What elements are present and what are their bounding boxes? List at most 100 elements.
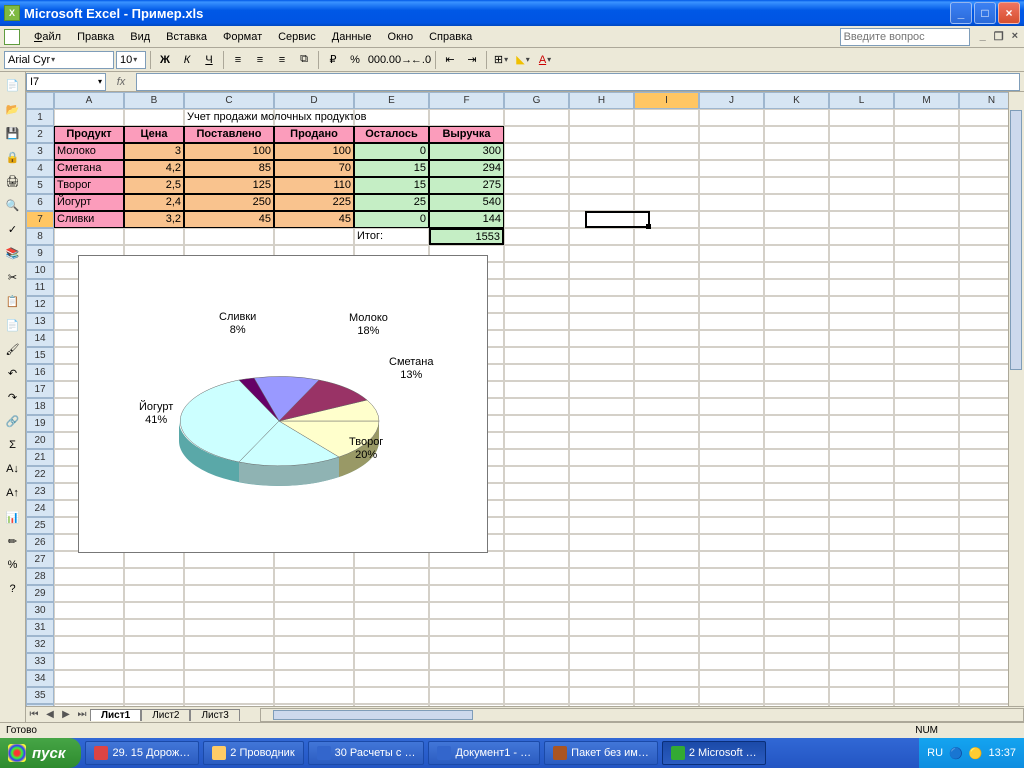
new-button[interactable]: 📄: [2, 74, 24, 96]
cell[interactable]: [764, 398, 829, 415]
borders-button[interactable]: ⊞: [491, 50, 511, 70]
cell[interactable]: Продукт: [54, 126, 124, 143]
cell[interactable]: [634, 551, 699, 568]
column-header[interactable]: F: [429, 92, 504, 109]
cell[interactable]: Итог:: [354, 228, 429, 245]
cell[interactable]: [504, 517, 569, 534]
cell[interactable]: [124, 585, 184, 602]
zoom-button[interactable]: %: [2, 554, 24, 576]
cell[interactable]: [569, 279, 634, 296]
paste-button[interactable]: 📄: [2, 314, 24, 336]
cell[interactable]: 70: [274, 160, 354, 177]
cell[interactable]: [569, 109, 634, 126]
cell[interactable]: [274, 636, 354, 653]
cell[interactable]: [894, 449, 959, 466]
cell[interactable]: [634, 347, 699, 364]
cell[interactable]: [354, 670, 429, 687]
help-button[interactable]: ?: [2, 578, 24, 600]
menu-format[interactable]: Формат: [215, 29, 270, 45]
cell[interactable]: [894, 500, 959, 517]
cell[interactable]: 45: [274, 211, 354, 228]
cell[interactable]: 100: [274, 143, 354, 160]
cell[interactable]: [764, 551, 829, 568]
cell[interactable]: [569, 466, 634, 483]
cell[interactable]: [569, 449, 634, 466]
cell[interactable]: [829, 602, 894, 619]
cell[interactable]: [699, 364, 764, 381]
cell[interactable]: [569, 330, 634, 347]
cell[interactable]: [634, 398, 699, 415]
cell[interactable]: [569, 262, 634, 279]
row-header[interactable]: 26: [26, 534, 54, 551]
formula-input[interactable]: [136, 73, 1020, 91]
cell[interactable]: [429, 670, 504, 687]
cell[interactable]: [569, 245, 634, 262]
font-size-select[interactable]: 10: [116, 51, 146, 69]
cell[interactable]: [894, 279, 959, 296]
cell[interactable]: [504, 483, 569, 500]
maximize-button[interactable]: □: [974, 2, 996, 24]
cell[interactable]: [829, 330, 894, 347]
cell[interactable]: [504, 279, 569, 296]
cell[interactable]: [569, 143, 634, 160]
cell[interactable]: [829, 619, 894, 636]
cell[interactable]: [274, 568, 354, 585]
cell[interactable]: [764, 636, 829, 653]
cell[interactable]: [764, 126, 829, 143]
cell[interactable]: [569, 687, 634, 704]
row-header[interactable]: 7: [26, 211, 54, 228]
column-header[interactable]: C: [184, 92, 274, 109]
tab-nav-first[interactable]: ⏮: [26, 709, 42, 720]
save-button[interactable]: 💾: [2, 122, 24, 144]
cell[interactable]: 45: [184, 211, 274, 228]
cell[interactable]: [764, 211, 829, 228]
cell[interactable]: Молоко: [54, 143, 124, 160]
tray-clock[interactable]: 13:37: [988, 747, 1016, 759]
cell[interactable]: [504, 194, 569, 211]
fill-color-button[interactable]: ◣: [513, 50, 533, 70]
cell[interactable]: [429, 687, 504, 704]
chart-wizard-button[interactable]: 📊: [2, 506, 24, 528]
cell[interactable]: Учет продажи молочных продуктов: [184, 109, 274, 126]
cell[interactable]: [569, 619, 634, 636]
currency-button[interactable]: ₽: [323, 50, 343, 70]
cell[interactable]: [504, 415, 569, 432]
sheet-tab-1[interactable]: Лист1: [90, 709, 141, 721]
cell[interactable]: 2,4: [124, 194, 184, 211]
taskbar-item[interactable]: Пакет без им…: [544, 741, 658, 765]
decrease-decimal-button[interactable]: ←.0: [411, 50, 431, 70]
cell[interactable]: [829, 126, 894, 143]
cell[interactable]: Продано: [274, 126, 354, 143]
cell[interactable]: [124, 619, 184, 636]
doc-minimize-button[interactable]: _: [978, 30, 988, 43]
row-header[interactable]: 33: [26, 653, 54, 670]
menu-insert[interactable]: Вставка: [158, 29, 215, 45]
cell[interactable]: [634, 194, 699, 211]
font-color-button[interactable]: А: [535, 50, 555, 70]
cell[interactable]: [894, 670, 959, 687]
cell[interactable]: [569, 500, 634, 517]
cell[interactable]: [829, 398, 894, 415]
cell[interactable]: [829, 262, 894, 279]
cell[interactable]: 15: [354, 177, 429, 194]
cell[interactable]: [699, 279, 764, 296]
cell[interactable]: [829, 228, 894, 245]
column-header[interactable]: L: [829, 92, 894, 109]
cell[interactable]: [504, 330, 569, 347]
cell[interactable]: [894, 245, 959, 262]
cell[interactable]: [569, 381, 634, 398]
cell[interactable]: [829, 143, 894, 160]
cell[interactable]: [569, 568, 634, 585]
cell[interactable]: 25: [354, 194, 429, 211]
cell[interactable]: 125: [184, 177, 274, 194]
cell[interactable]: [54, 653, 124, 670]
cell[interactable]: [184, 636, 274, 653]
cell[interactable]: [894, 415, 959, 432]
cell[interactable]: [504, 432, 569, 449]
cell[interactable]: [894, 364, 959, 381]
cell[interactable]: 3: [124, 143, 184, 160]
cell[interactable]: 100: [184, 143, 274, 160]
cell[interactable]: [354, 602, 429, 619]
cell[interactable]: [429, 619, 504, 636]
cell[interactable]: [829, 177, 894, 194]
